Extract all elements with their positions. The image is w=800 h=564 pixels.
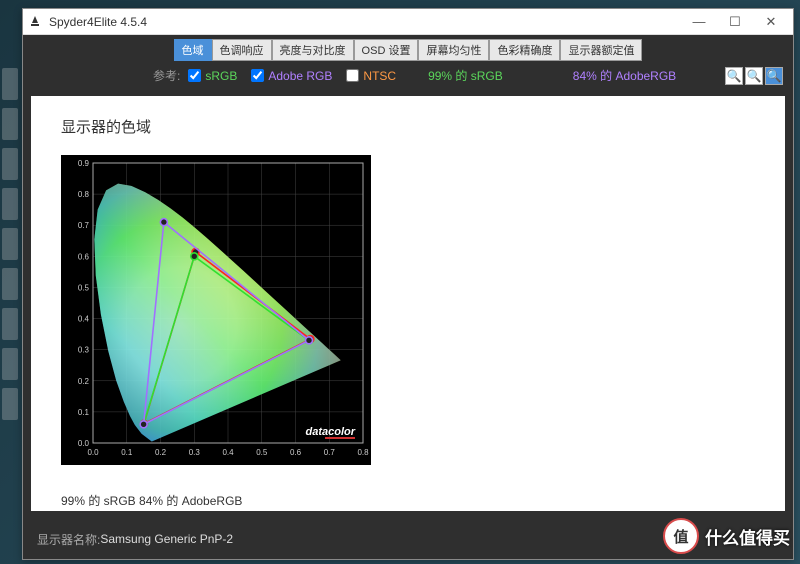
svg-text:0.5: 0.5	[256, 448, 268, 457]
svg-text:0.6: 0.6	[290, 448, 302, 457]
app-icon	[27, 14, 43, 30]
reference-bar: 参考: sRGB Adobe RGB NTSC 99% 的 sRGB 84% 的…	[23, 63, 793, 88]
reference-label: 参考:	[153, 67, 180, 84]
svg-text:0.6: 0.6	[78, 252, 90, 261]
svg-text:0.7: 0.7	[78, 221, 90, 230]
page-heading: 显示器的色域	[61, 116, 755, 137]
svg-text:0.5: 0.5	[78, 283, 90, 292]
svg-text:0.0: 0.0	[78, 439, 90, 448]
watermark-icon: 值	[663, 518, 699, 554]
tab-1[interactable]: 色调响应	[212, 39, 272, 61]
checkbox-srgb[interactable]: sRGB	[188, 69, 237, 83]
svg-text:0.2: 0.2	[78, 377, 90, 386]
zoom-in-icon[interactable]: 🔍	[725, 67, 743, 85]
tab-5[interactable]: 色彩精确度	[489, 39, 560, 61]
titlebar[interactable]: Spyder4Elite 4.5.4 — ☐ ✕	[23, 9, 793, 35]
tab-bar: 色域色调响应亮度与对比度OSD 设置屏幕均匀性色彩精确度显示器额定值	[23, 35, 793, 63]
minimize-button[interactable]: —	[681, 11, 717, 33]
watermark-text: 什么值得买	[705, 524, 790, 549]
tab-4[interactable]: 屏幕均匀性	[418, 39, 489, 61]
display-name-value: Samsung Generic PnP-2	[100, 532, 233, 546]
close-button[interactable]: ✕	[753, 11, 789, 33]
tab-6[interactable]: 显示器额定值	[560, 39, 642, 61]
svg-text:0.3: 0.3	[78, 346, 90, 355]
zoom-out-icon[interactable]: 🔍	[745, 67, 763, 85]
svg-text:0.1: 0.1	[121, 448, 133, 457]
coverage-srgb: 99% 的 sRGB	[428, 67, 503, 84]
svg-text:datacolor: datacolor	[305, 426, 355, 438]
window-title: Spyder4Elite 4.5.4	[49, 15, 681, 29]
svg-text:0.0: 0.0	[87, 448, 99, 457]
svg-text:0.8: 0.8	[78, 190, 90, 199]
tab-0[interactable]: 色域	[174, 39, 212, 61]
content-page: 显示器的色域 0.0 0.1 0.2 0.3 0.4 0.5 0.6 0.7 0.8 0.0 0.1…	[31, 96, 785, 511]
display-name-label: 显示器名称:	[37, 531, 100, 548]
checkbox-adobergb[interactable]: Adobe RGB	[251, 69, 332, 83]
coverage-adobergb: 84% 的 AdobeRGB	[573, 67, 676, 84]
svg-text:0.2: 0.2	[155, 448, 167, 457]
tab-3[interactable]: OSD 设置	[354, 39, 419, 61]
svg-text:0.8: 0.8	[357, 448, 369, 457]
svg-text:0.3: 0.3	[189, 448, 201, 457]
svg-text:0.4: 0.4	[78, 315, 90, 324]
zoom-fit-icon[interactable]: 🔍	[765, 67, 783, 85]
svg-text:0.7: 0.7	[324, 448, 336, 457]
maximize-button[interactable]: ☐	[717, 11, 753, 33]
svg-text:0.1: 0.1	[78, 408, 90, 417]
tab-2[interactable]: 亮度与对比度	[272, 39, 354, 61]
watermark: 值 什么值得买	[663, 518, 790, 554]
coverage-summary: 99% 的 sRGB 84% 的 AdobeRGB	[61, 492, 242, 509]
checkbox-ntsc[interactable]: NTSC	[346, 69, 396, 83]
svg-text:0.4: 0.4	[222, 448, 234, 457]
app-window: Spyder4Elite 4.5.4 — ☐ ✕ 色域色调响应亮度与对比度OSD…	[22, 8, 794, 560]
chromaticity-chart: 0.0 0.1 0.2 0.3 0.4 0.5 0.6 0.7 0.8 0.0 0.1 0.2 0.3 0…	[61, 155, 371, 465]
svg-text:0.9: 0.9	[78, 159, 90, 168]
